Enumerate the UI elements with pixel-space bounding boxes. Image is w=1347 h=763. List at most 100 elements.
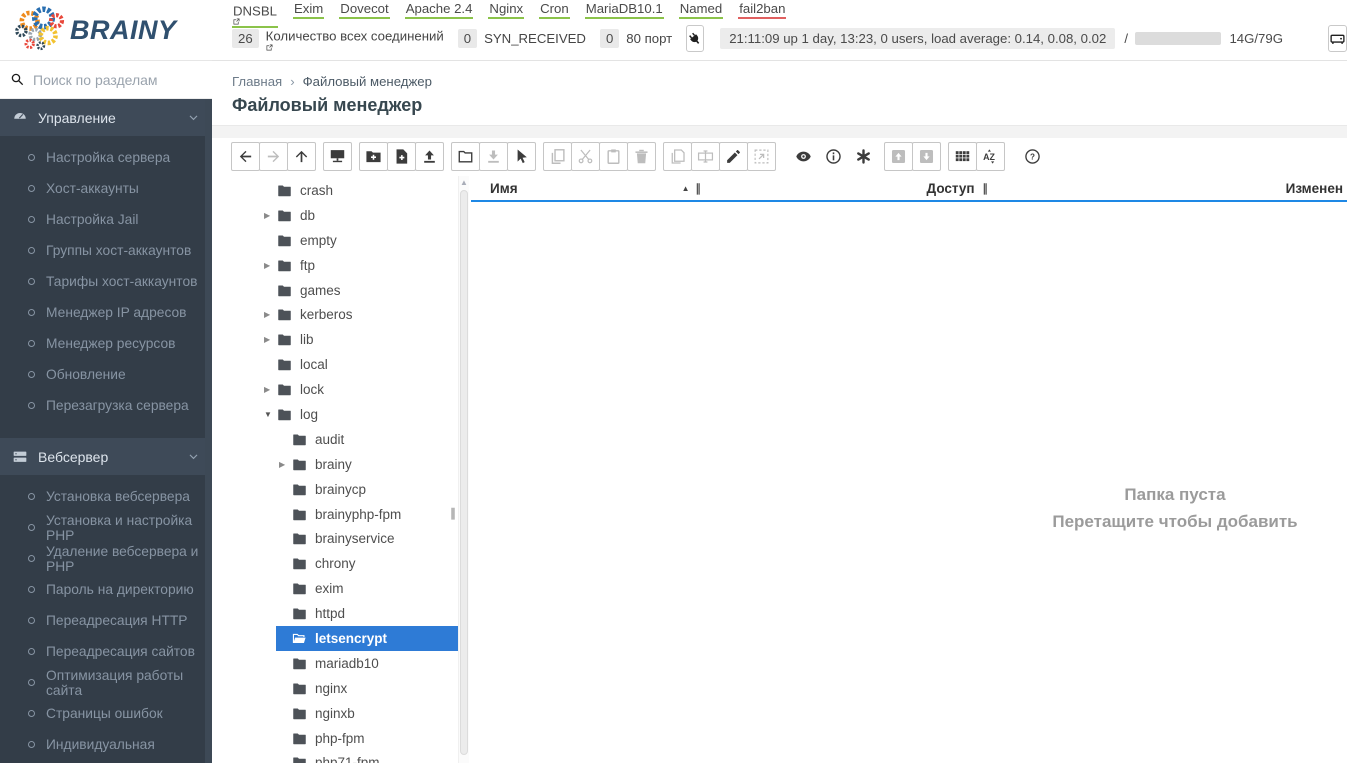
sidebar-section-management[interactable]: Управление [0, 99, 212, 136]
sidebar-item[interactable]: Менеджер ресурсов [0, 328, 212, 359]
tree-item-brainyservice[interactable]: brainyservice [231, 526, 458, 551]
tree-item-lib[interactable]: ▶ lib [231, 327, 458, 352]
service-link-fail2ban[interactable]: fail2ban [738, 1, 787, 19]
sidebar-item[interactable]: Хост-аккаунты [0, 173, 212, 204]
tree-item-httpd[interactable]: httpd [231, 601, 458, 626]
caret-right-icon[interactable]: ▶ [264, 385, 277, 394]
tree-item-php71-fpm[interactable]: php71-fpm [231, 750, 458, 763]
delete-button[interactable] [627, 142, 656, 171]
back-button[interactable] [231, 142, 260, 171]
tree-item-db[interactable]: ▶ db [231, 203, 458, 228]
service-link-exim[interactable]: Exim [292, 1, 325, 19]
cut-button[interactable] [571, 142, 600, 171]
tree-item-nginxb[interactable]: nginxb [231, 701, 458, 726]
service-link-nginx[interactable]: Nginx [488, 1, 525, 19]
caret-right-icon[interactable]: ▶ [264, 310, 277, 319]
tree-scrollbar-thumb[interactable] [460, 190, 468, 755]
forward-button[interactable] [259, 142, 288, 171]
sidebar-section-webserver[interactable]: Вебсервер [0, 438, 212, 475]
tree-item-empty[interactable]: empty [231, 228, 458, 253]
breadcrumb-home[interactable]: Главная [232, 74, 282, 89]
sidebar-item[interactable]: Менеджер IP адресов [0, 297, 212, 328]
sidebar-item[interactable]: Установка и настройка PHP [0, 512, 212, 543]
tree-item-crash[interactable]: crash [231, 178, 458, 203]
sidebar-item[interactable]: Настройка Jail [0, 204, 212, 235]
help-button[interactable]: ? [1017, 142, 1048, 171]
extract-archive-button[interactable] [912, 142, 941, 171]
grid-button[interactable] [948, 142, 977, 171]
copy-button[interactable] [543, 142, 572, 171]
tree-item-letsencrypt[interactable]: letsencrypt [231, 626, 458, 651]
service-link-cron[interactable]: Cron [539, 1, 570, 19]
duplicate-button[interactable] [663, 142, 692, 171]
sidebar-item[interactable]: Группы хост-аккаунтов [0, 235, 212, 266]
tree-item-games[interactable]: games [231, 278, 458, 303]
tree-item-lock[interactable]: ▶ lock [231, 377, 458, 402]
sidebar-item[interactable]: Удаление вебсервера и PHP [0, 543, 212, 574]
service-link-apache-2-4[interactable]: Apache 2.4 [404, 1, 474, 19]
eye-button[interactable] [788, 142, 819, 171]
scroll-up-icon[interactable]: ▲ [459, 176, 469, 187]
disk-button[interactable] [1328, 25, 1347, 52]
brainy-logo[interactable]: BRAINY [0, 0, 212, 61]
asterisk-button[interactable] [848, 142, 879, 171]
compress-button[interactable] [884, 142, 913, 171]
pane-resize-grip[interactable]: ∥ [450, 506, 456, 520]
tree-scrollbar[interactable]: ▲ [458, 176, 469, 763]
caret-right-icon[interactable]: ▶ [264, 335, 277, 344]
tree-item-nginx[interactable]: nginx [231, 676, 458, 701]
tree-item-brainyphp-fpm[interactable]: brainyphp-fpm [231, 502, 458, 527]
tree-item-local[interactable]: local [231, 352, 458, 377]
caret-right-icon[interactable]: ▶ [264, 211, 277, 220]
tree-item-ftp[interactable]: ▶ ftp [231, 253, 458, 278]
open-folder-button[interactable] [451, 142, 480, 171]
sidebar-item[interactable]: Тарифы хост-аккаунтов [0, 266, 212, 297]
sidebar-item[interactable]: Оптимизация работы сайта [0, 667, 212, 698]
column-header-modified[interactable]: Изменен [988, 181, 1347, 196]
tree-item-exim[interactable]: exim [231, 576, 458, 601]
info-button[interactable] [818, 142, 849, 171]
sidebar-item[interactable]: Настройка сервера [0, 142, 212, 173]
tree-item-kerberos[interactable]: ▶ kerberos [231, 302, 458, 327]
column-header-access[interactable]: Доступ ∥ [701, 181, 988, 196]
column-header-name[interactable]: Имя ▲ ∥ [471, 181, 701, 196]
tree-item-php-fpm[interactable]: php-fpm [231, 726, 458, 751]
sidebar-scrollbar[interactable] [205, 99, 212, 763]
sidebar-item[interactable]: Пароль на директорию [0, 574, 212, 605]
upload-button[interactable] [415, 142, 444, 171]
sidebar-item[interactable]: Перезагрузка сервера [0, 390, 212, 421]
sidebar-item[interactable]: Установка вебсервера [0, 481, 212, 512]
sidebar-item[interactable]: Индивидуальная [0, 729, 212, 760]
edit-button[interactable] [719, 142, 748, 171]
connections-plug-button[interactable] [686, 25, 705, 52]
caret-down-icon[interactable]: ▼ [264, 410, 277, 419]
service-link-named[interactable]: Named [678, 1, 724, 19]
service-link-dnsbl[interactable]: DNSBL [232, 1, 278, 29]
download-button[interactable] [479, 142, 508, 171]
service-link-mariadb10-1[interactable]: MariaDB10.1 [584, 1, 664, 19]
up-button[interactable] [287, 142, 316, 171]
new-folder-button[interactable] [359, 142, 388, 171]
sidebar-item[interactable]: Страницы ошибок [0, 698, 212, 729]
caret-right-icon[interactable]: ▶ [279, 460, 292, 469]
extract-move-button[interactable] [747, 142, 776, 171]
new-file-button[interactable] [387, 142, 416, 171]
sidebar-item[interactable]: Обновление [0, 359, 212, 390]
sidebar-item[interactable]: Переадресация HTTP [0, 605, 212, 636]
sidebar-item[interactable]: Переадресация сайтов [0, 636, 212, 667]
tree-item-audit[interactable]: audit [231, 427, 458, 452]
tree-item-brainycp[interactable]: brainycp [231, 477, 458, 502]
tree-item-mariadb10[interactable]: mariadb10 [231, 651, 458, 676]
caret-right-icon[interactable]: ▶ [264, 261, 277, 270]
tree-item-brainy[interactable]: ▶ brainy [231, 452, 458, 477]
service-link-dovecot[interactable]: Dovecot [339, 1, 390, 19]
tree-item-log[interactable]: ▼ log [231, 402, 458, 427]
paste-button[interactable] [599, 142, 628, 171]
search-input[interactable] [33, 71, 214, 88]
stat-label[interactable]: Количество всех соединений [266, 26, 444, 51]
rename-button[interactable] [691, 142, 720, 171]
pointer-button[interactable] [507, 142, 536, 171]
tree-item-chrony[interactable]: chrony [231, 551, 458, 576]
workstation-button[interactable] [323, 142, 352, 171]
sort-az-button[interactable]: AZ [976, 142, 1005, 171]
